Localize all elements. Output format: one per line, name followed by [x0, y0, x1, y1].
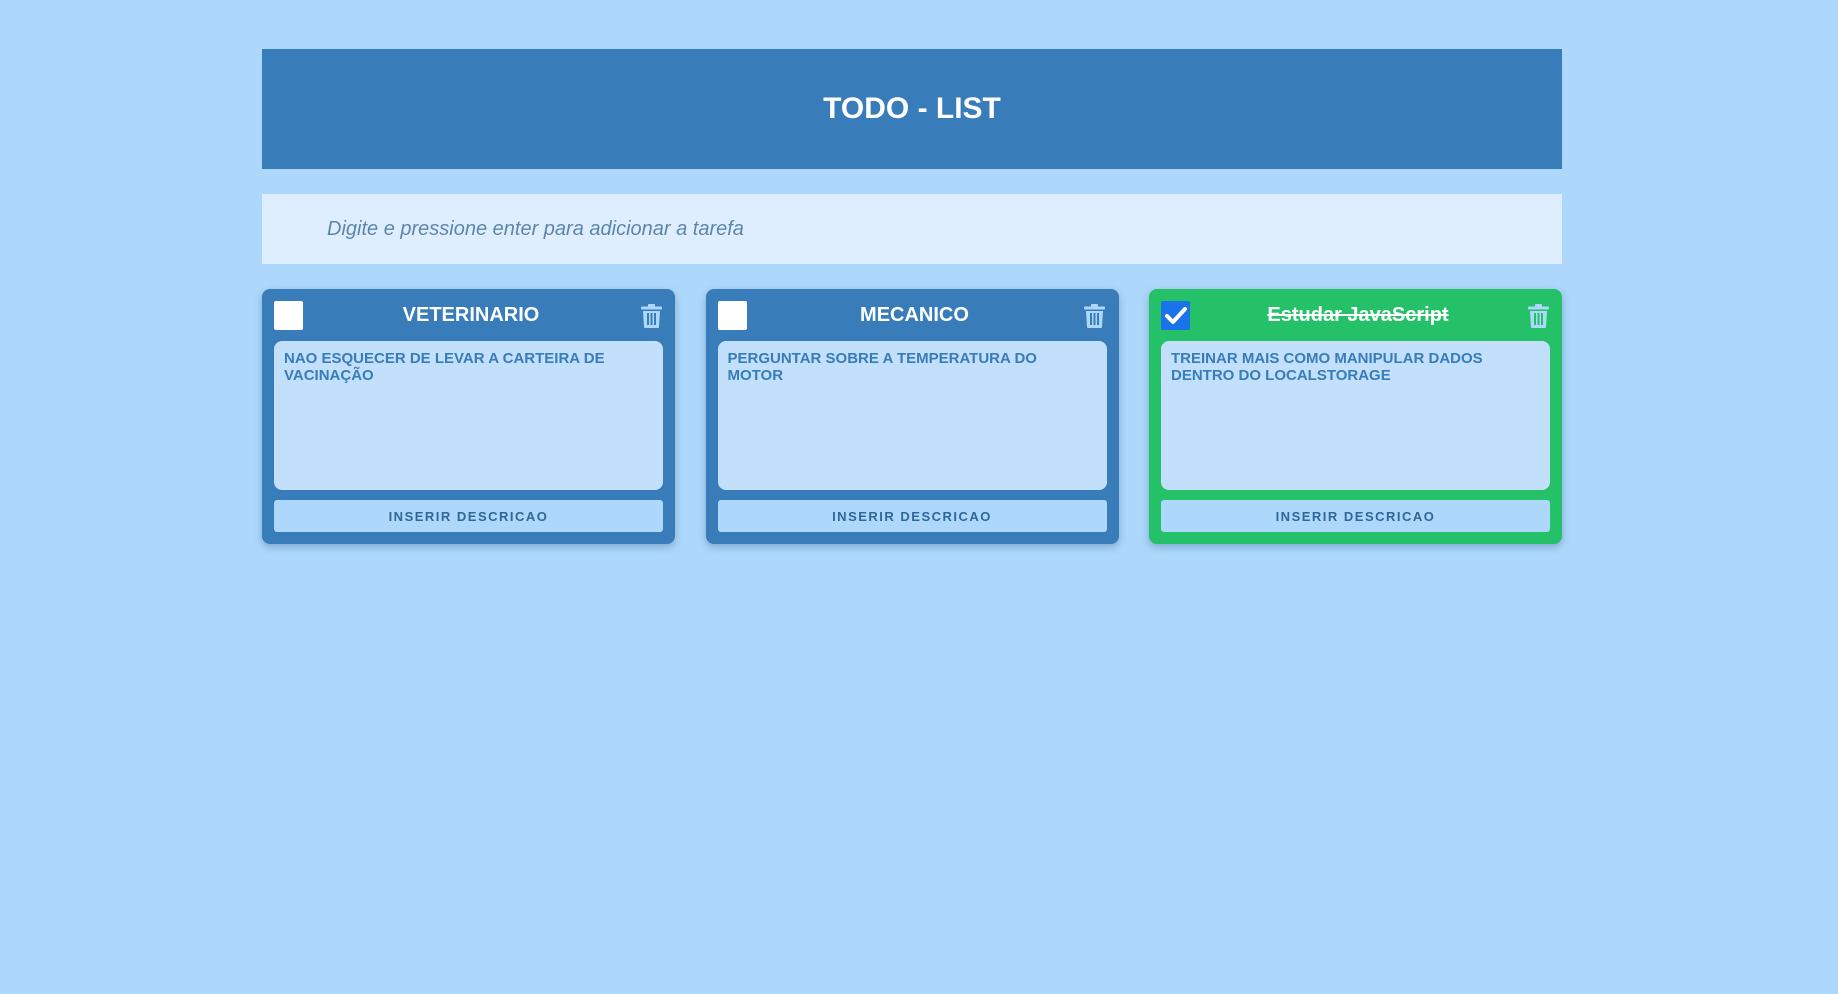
task-card-header: VETERINARIO: [274, 301, 663, 331]
task-description[interactable]: NAO ESQUECER DE LEVAR A CARTEIRA DE VACI…: [274, 340, 663, 491]
task-title: MECANICO: [860, 304, 969, 327]
app-header: TODO - LIST: [262, 49, 1562, 169]
task-title: VETERINARIO: [402, 304, 540, 327]
task-input[interactable]: [262, 194, 1562, 264]
task-card: Estudar JavaScript TREINAR MAIS COMO MAN…: [1149, 289, 1562, 544]
trash-icon[interactable]: [1083, 302, 1107, 330]
task-title: Estudar JavaScript: [1267, 304, 1449, 327]
insert-description-button[interactable]: INSERIR DESCRICAO: [274, 500, 663, 532]
insert-description-button[interactable]: INSERIR DESCRICAO: [1161, 500, 1550, 532]
task-done-checkbox[interactable]: [1161, 301, 1190, 331]
checkmark-icon: [1164, 306, 1187, 324]
task-done-checkbox[interactable]: [274, 301, 303, 331]
insert-description-button[interactable]: INSERIR DESCRICAO: [717, 500, 1107, 532]
task-card: VETERINARIO NAO ESQUECER DE LEVAR A CART…: [262, 289, 675, 544]
task-card: MECANICO PERGUNTAR SOBRE A TEMPERATURA D…: [705, 289, 1119, 544]
trash-icon[interactable]: [639, 302, 663, 330]
task-description[interactable]: PERGUNTAR SOBRE A TEMPERATURA DO MOTOR: [717, 340, 1107, 491]
task-card-header: MECANICO: [717, 301, 1107, 331]
task-description[interactable]: TREINAR MAIS COMO MANIPULAR DADOS DENTRO…: [1161, 340, 1550, 491]
app-container: TODO - LIST VETERINARIO: [262, 49, 1562, 544]
task-card-header: Estudar JavaScript: [1161, 301, 1550, 331]
task-input-bar: [262, 194, 1562, 264]
task-card-list: VETERINARIO NAO ESQUECER DE LEVAR A CART…: [262, 289, 1562, 544]
trash-icon[interactable]: [1526, 302, 1550, 330]
page-title: TODO - LIST: [823, 92, 1001, 125]
task-done-checkbox[interactable]: [717, 301, 747, 331]
